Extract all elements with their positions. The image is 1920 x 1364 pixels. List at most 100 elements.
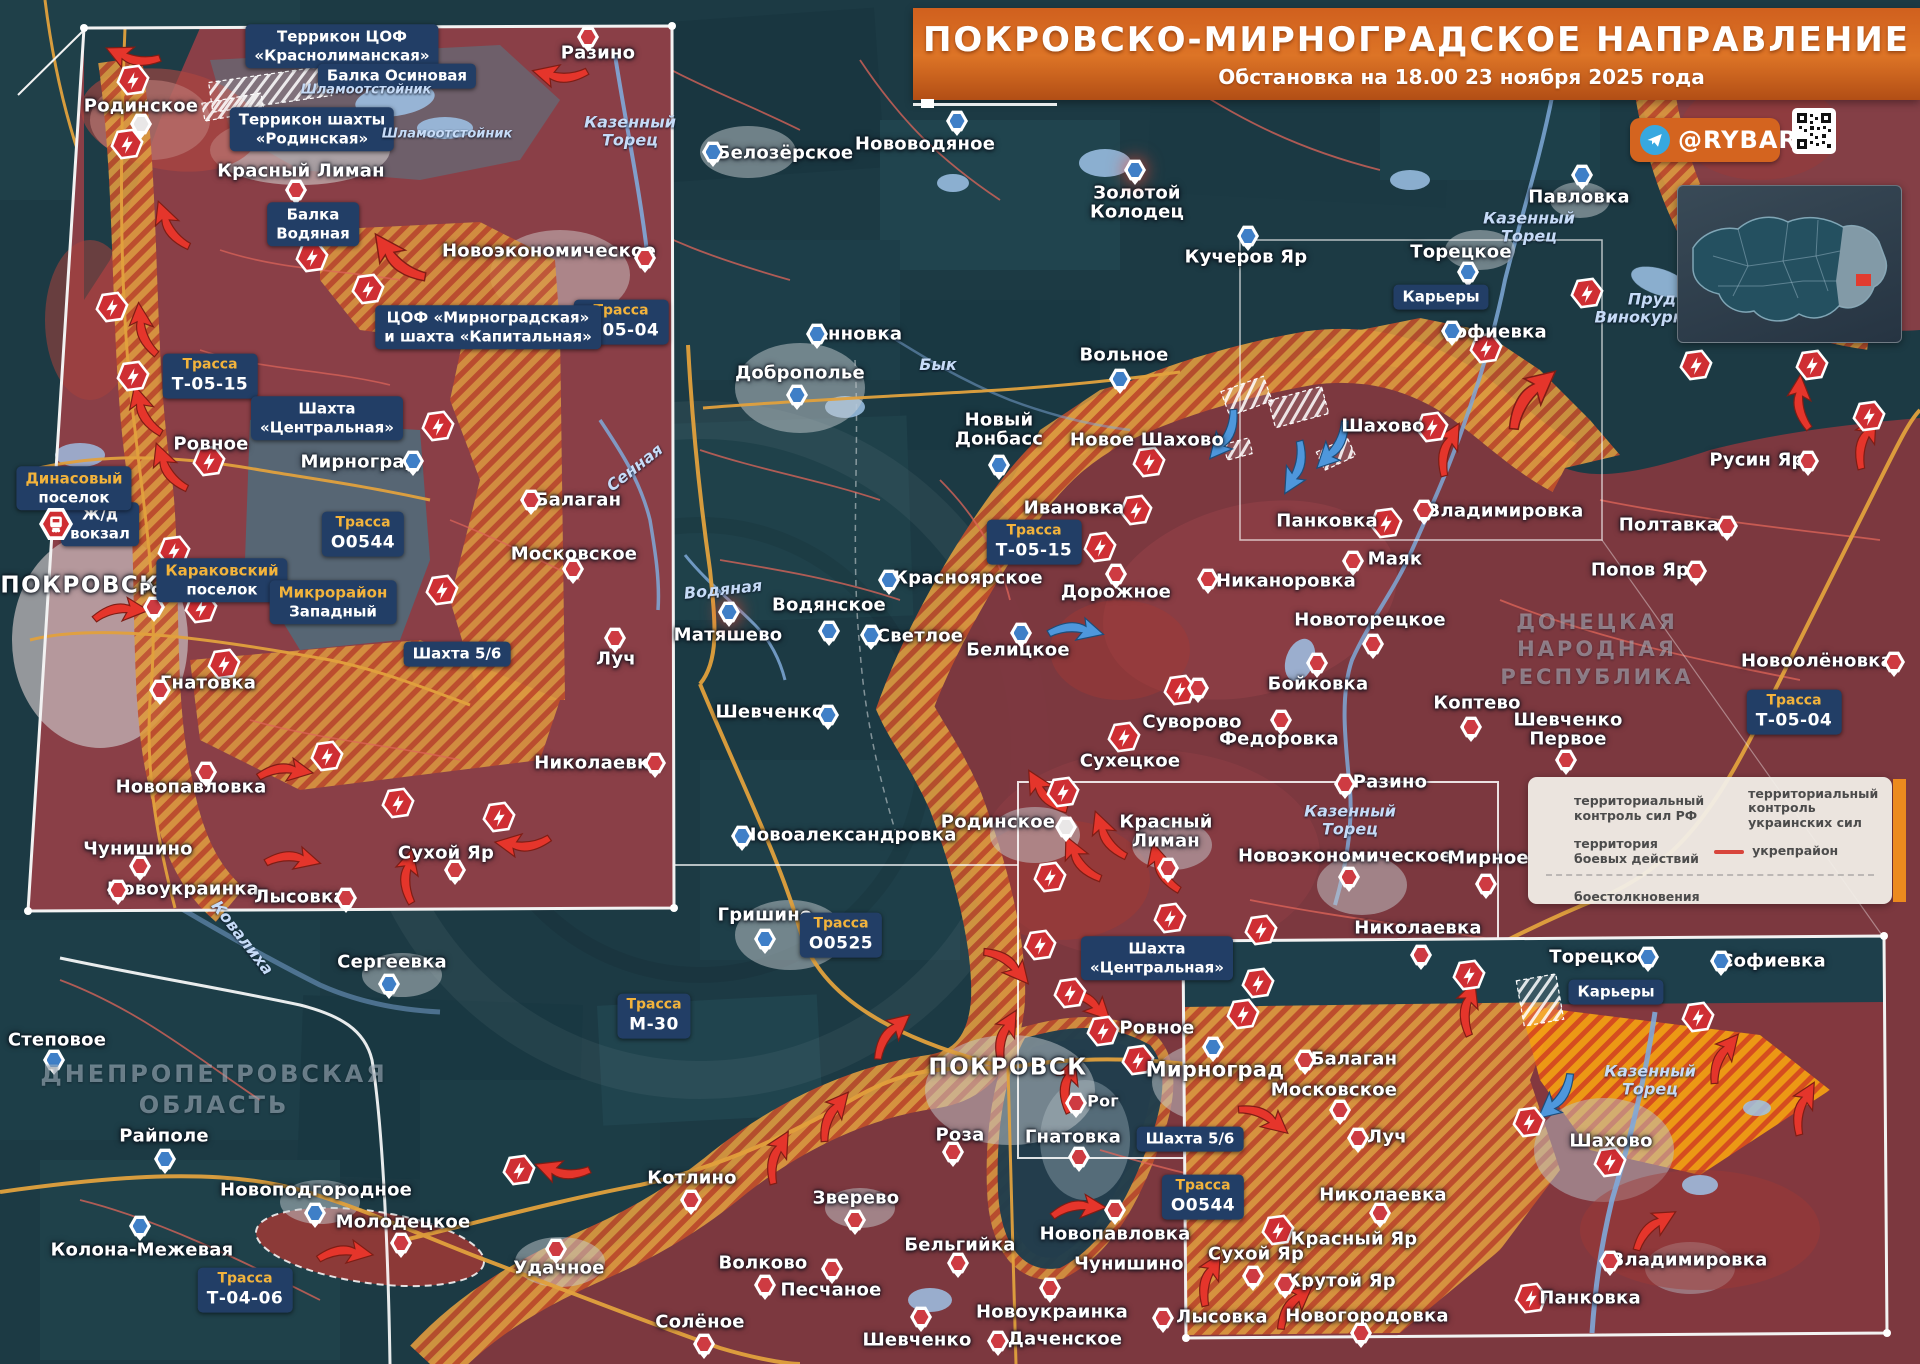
settlement-label: Балаган (1311, 1049, 1398, 1068)
settlement-label: Лысовка (254, 887, 345, 906)
white-settlement-marker (1055, 816, 1077, 838)
red-settlement-marker (195, 761, 217, 783)
blue-settlement-marker (817, 704, 839, 726)
red-settlement-marker (1157, 857, 1179, 879)
river-label: Шламоотстойник (382, 128, 513, 143)
blue-settlement-marker (1010, 622, 1032, 644)
red-settlement-marker (604, 627, 626, 649)
road-badge: ТрассаО0525 (800, 913, 882, 958)
road-badge: ТрассаТ-05-15 (163, 354, 258, 399)
settlement-label: ПОКРОВСК (928, 1056, 1087, 1081)
settlement-label: Новоукраинка (107, 879, 259, 898)
road-badge-number: О0544 (1171, 1195, 1235, 1216)
settlement-label: Владимировка (1611, 1250, 1768, 1269)
map-title: ПОКРОВСКО-МИРНОГРАДСКОЕ НАПРАВЛЕНИЕ (923, 20, 1910, 60)
red-settlement-marker (1716, 515, 1738, 537)
blue-settlement-marker (946, 110, 968, 132)
red-settlement-marker (1460, 716, 1482, 738)
road-badge-prefix: Трасса (1171, 1178, 1235, 1196)
settlement-label: Панковка (1539, 1288, 1641, 1307)
blue-settlement-marker (818, 620, 840, 642)
info-badge: Карьеры (1393, 285, 1488, 310)
blue-settlement-marker (860, 624, 882, 646)
railway-station-icon (39, 507, 73, 541)
river-label: Казенный Торец (1604, 1063, 1696, 1100)
blue-settlement-marker (878, 569, 900, 591)
red-settlement-marker (1410, 944, 1432, 966)
red-settlement-marker (1306, 652, 1328, 674)
blue-settlement-marker (988, 454, 1010, 476)
red-settlement-marker (545, 1238, 567, 1260)
red-settlement-marker (285, 179, 307, 201)
legend-item-clashes: боестолкновения (1540, 884, 1704, 910)
settlement-label: Гнатовка (160, 673, 256, 692)
qr-code (1792, 108, 1836, 154)
blue-settlement-marker (1237, 225, 1259, 247)
red-settlement-marker (1068, 1146, 1090, 1168)
district-badge: Динасовыйпоселок (16, 466, 131, 510)
settlement-label: Котлино (647, 1168, 737, 1187)
blue-settlement-marker (754, 928, 776, 950)
blue-settlement-marker (1710, 950, 1732, 972)
map-subtitle: Обстановка на 18.00 23 ноября 2025 года (1218, 65, 1704, 89)
telegram-handle: @RYBAR (1678, 126, 1798, 154)
road-badge-prefix: Трасса (331, 515, 395, 533)
info-badge: Террикон ЦОФ «Краснолиманская» (245, 24, 438, 68)
telegram-icon (1640, 125, 1670, 155)
settlement-label: Райполе (119, 1126, 209, 1145)
blueglow-settlement-marker (718, 601, 740, 623)
fortified-line-icon (1714, 850, 1744, 854)
settlement-label: Родинское (941, 812, 1055, 831)
white-settlement-marker (130, 113, 152, 135)
settlement-label: Волково (718, 1253, 807, 1272)
combat-zone-icon (1540, 839, 1566, 865)
settlement-label: Рог (1087, 1092, 1119, 1109)
rybar-badge: @RYBAR (1630, 118, 1780, 162)
district-badge-line2: поселок (38, 488, 109, 506)
red-settlement-marker (1105, 563, 1127, 585)
district-badge-line2: поселок (186, 580, 257, 598)
info-badge: Шахта 5/6 (404, 642, 511, 667)
red-settlement-marker (947, 1252, 969, 1274)
settlement-label: Московское (1271, 1080, 1397, 1099)
road-badge-number: Т-05-15 (172, 374, 249, 395)
settlement-label: Новоторецкое (1294, 610, 1446, 629)
road-badge-prefix: Трасса (996, 523, 1073, 541)
red-settlement-marker (1883, 651, 1905, 673)
red-settlement-marker (1152, 1307, 1174, 1329)
settlement-label: Сухецкое (1080, 751, 1181, 770)
info-badge: Карьеры (1568, 980, 1663, 1005)
blue-settlement-marker (154, 1148, 176, 1170)
settlement-label: Владимировка (1427, 501, 1584, 520)
red-settlement-marker (1329, 1099, 1351, 1121)
red-settlement-marker (335, 887, 357, 909)
blue-settlement-marker (402, 450, 424, 472)
red-settlement-marker (693, 1333, 715, 1355)
settlement-label: Лысовка (1176, 1307, 1267, 1326)
settlement-label: Шевченко Первое (1513, 711, 1622, 750)
settlement-label: Торецкое (1549, 947, 1650, 966)
map-labels: РодинскоеКрасный ЛиманРазиноНовоэкономич… (0, 0, 1920, 1364)
blue-settlement-marker (1202, 1036, 1224, 1058)
red-settlement-marker (1270, 709, 1292, 731)
settlement-label: Новоподгородное (220, 1180, 412, 1199)
red-settlement-marker (1197, 568, 1219, 590)
blue-settlement-marker (1457, 261, 1479, 283)
red-settlement-marker (1104, 1199, 1126, 1221)
settlement-label: Красный Яр (1291, 1229, 1418, 1248)
legend-item-fortified-area: укрепрайон (1714, 844, 1880, 858)
settlement-label: Золотой Колодец (1090, 184, 1184, 223)
red-settlement-marker (1347, 1127, 1369, 1149)
settlement-label: Нововодяное (855, 134, 995, 153)
settlement-label: Вольное (1079, 345, 1168, 364)
blue-settlement-marker (1109, 368, 1131, 390)
ru-control-icon (1540, 796, 1566, 822)
settlement-label: Сергеевка (337, 952, 447, 971)
red-settlement-marker (910, 1306, 932, 1328)
red-settlement-marker (129, 855, 151, 877)
blue-settlement-marker (731, 825, 753, 847)
road-badge-prefix: Трасса (809, 916, 873, 934)
road-badge: ТрассаМ-30 (617, 994, 690, 1039)
settlement-label: Новоалександровка (741, 825, 956, 844)
settlement-label: Ивановка (1024, 498, 1125, 517)
